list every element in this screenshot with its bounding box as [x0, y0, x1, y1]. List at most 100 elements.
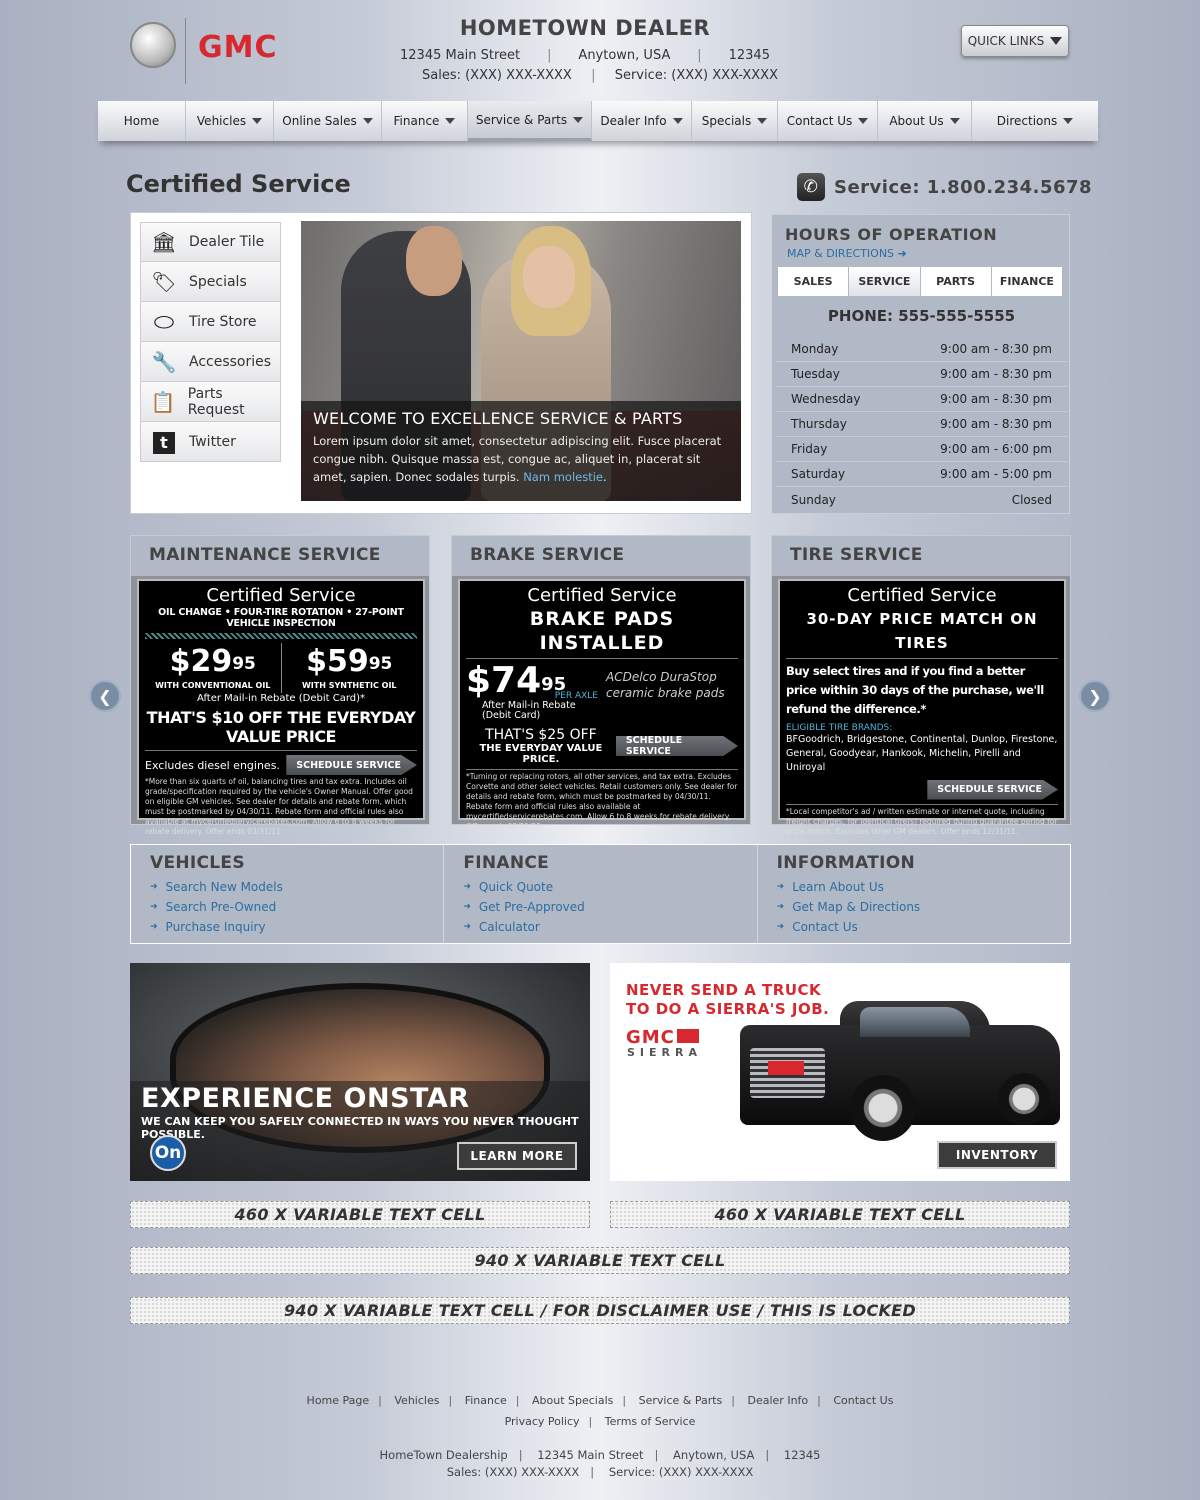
separator: | — [765, 1448, 770, 1462]
link-learn-about-us[interactable]: ➜ Learn About Us — [777, 877, 1051, 897]
zip: 12345 — [728, 48, 770, 63]
nav-item-contact-us[interactable]: Contact Us — [778, 101, 878, 141]
disclaimer-text-cell: 940 X VARIABLE TEXT CELL / FOR DISCLAIME… — [130, 1297, 1070, 1324]
nav-item-label: Dealer Info — [600, 114, 667, 128]
nav-item-dealer-info[interactable]: Dealer Info — [592, 101, 692, 141]
arrow-right-icon: ➜ — [463, 882, 471, 892]
onstar-headline: EXPERIENCE ONSTAR — [141, 1083, 470, 1114]
separator: | — [622, 1394, 627, 1407]
time: 9:00 am - 8:30 pm — [940, 417, 1052, 431]
side-item-specials[interactable]: 🏷 Specials — [140, 262, 281, 302]
schedule-service-button[interactable]: SCHEDULE SERVICE — [286, 755, 417, 775]
link-get-pre-approved[interactable]: ➜ Get Pre-Approved — [463, 897, 737, 917]
price-amount: $2995 — [145, 643, 281, 681]
coupon-heading: TIRE SERVICE — [772, 536, 1070, 576]
nav-item-online-sales[interactable]: Online Sales — [274, 101, 382, 141]
link-search-pre-owned[interactable]: ➜ Search Pre-Owned — [150, 897, 424, 917]
service-phone-banner[interactable]: ✆ Service: 1.800.234.5678 — [797, 173, 1092, 201]
footer-link-dealer-info[interactable]: Dealer Info — [748, 1394, 809, 1407]
buick-logo[interactable] — [130, 22, 176, 68]
separator: | — [590, 1465, 595, 1479]
separator: | — [588, 1415, 593, 1428]
schedule-service-button[interactable]: SCHEDULE SERVICE — [615, 736, 738, 756]
footer-link-finance[interactable]: Finance — [465, 1394, 507, 1407]
nav-item-vehicles[interactable]: Vehicles — [186, 101, 274, 141]
chevron-down-icon — [445, 118, 456, 124]
link-calculator[interactable]: ➜ Calculator — [463, 917, 737, 937]
nav-item-finance[interactable]: Finance — [382, 101, 468, 141]
hero-link[interactable]: Nam molestie — [523, 470, 603, 484]
separator: | — [547, 48, 552, 63]
coupon-savings: THAT'S $10 OFF THE EVERYDAY VALUE PRICE — [145, 708, 417, 751]
footer-city: Anytown, USA — [673, 1448, 755, 1462]
nav-item-specials[interactable]: Specials — [692, 101, 778, 141]
hours-row: Tuesday 9:00 am - 8:30 pm — [776, 362, 1067, 387]
link-quick-quote[interactable]: ➜ Quick Quote — [463, 877, 737, 897]
footer-link-vehicles[interactable]: Vehicles — [394, 1394, 439, 1407]
onstar-tagline: WE CAN KEEP YOU SAFELY CONNECTED IN WAYS… — [141, 1115, 579, 1141]
hero-image[interactable]: WELCOME TO EXCELLENCE SERVICE & PARTS Lo… — [301, 221, 741, 501]
side-item-dealer-tile[interactable]: 🏛 Dealer Tile — [140, 222, 281, 262]
nav-item-label: Home — [123, 114, 160, 128]
quick-links-button[interactable]: QUICK LINKS — [961, 25, 1069, 57]
tab-service[interactable]: SERVICE — [849, 267, 921, 296]
tab-finance[interactable]: FINANCE — [992, 267, 1062, 296]
nav-item-directions[interactable]: Directions — [972, 101, 1098, 141]
gmc-logo[interactable]: GMC — [198, 30, 278, 65]
chevron-down-icon — [573, 116, 584, 123]
text-cell-940: 940 X VARIABLE TEXT CELL — [130, 1247, 1070, 1274]
footer-address-row: Sales: (XXX) XXX-XXXX | Service: (XXX) XX… — [100, 1464, 1100, 1481]
arrow-right-icon: ➜ — [463, 922, 471, 932]
arrow-right-icon: ➜ — [897, 247, 907, 260]
link-label: Calculator — [478, 920, 540, 934]
link-label: Get Map & Directions — [792, 900, 921, 914]
link-purchase-inquiry[interactable]: ➜ Purchase Inquiry — [150, 917, 424, 937]
footer-link-home[interactable]: Home Page — [307, 1394, 370, 1407]
gmc-block — [676, 1029, 699, 1043]
carousel-next-button[interactable]: ❯ — [1079, 680, 1111, 712]
side-item-accessories[interactable]: 🔧 Accessories — [140, 342, 281, 382]
map-directions-link[interactable]: MAP & DIRECTIONS ➜ — [787, 247, 907, 260]
link-contact-us[interactable]: ➜ Contact Us — [777, 917, 1051, 937]
nav-item-about-us[interactable]: About Us — [878, 101, 972, 141]
side-item-parts-request[interactable]: 📋 Parts Request — [140, 382, 281, 422]
schedule-service-button[interactable]: SCHEDULE SERVICE — [927, 779, 1058, 800]
link-map-directions[interactable]: ➜ Get Map & Directions — [777, 897, 1051, 917]
separator: | — [515, 1394, 520, 1407]
footer-sales-phone: Sales: (XXX) XXX-XXXX — [446, 1465, 580, 1479]
nav-item-service-parts[interactable]: Service & Parts — [468, 101, 592, 141]
price-main: $74 — [466, 660, 542, 701]
nav-item-home[interactable]: Home — [98, 101, 186, 141]
sierra-tagline: NEVER SEND A TRUCK TO DO A SIERRA'S JOB. — [626, 981, 829, 1019]
link-search-new-models[interactable]: ➜ Search New Models — [150, 877, 424, 897]
footer-zip: 12345 — [783, 1448, 821, 1462]
savings-line: THE EVERYDAY VALUE PRICE. — [479, 743, 603, 765]
street: 12345 Main Street — [400, 48, 521, 63]
inventory-button[interactable]: INVENTORY — [937, 1141, 1057, 1169]
footer-link-contact-us[interactable]: Contact Us — [833, 1394, 893, 1407]
hours-of-operation: HOURS OF OPERATION MAP & DIRECTIONS ➜ SA… — [771, 214, 1070, 514]
learn-more-button[interactable]: LEARN MORE — [457, 1142, 577, 1170]
separator: | — [817, 1394, 821, 1407]
footer-link-about-specials[interactable]: About Specials — [532, 1394, 613, 1407]
coupon-heading: MAINTENANCE SERVICE — [131, 536, 429, 576]
nav-item-label: Vehicles — [196, 114, 247, 128]
footer-link-privacy[interactable]: Privacy Policy — [505, 1415, 580, 1428]
tab-parts[interactable]: PARTS — [921, 267, 992, 296]
footer-links-row: Privacy Policy | Terms of Service — [100, 1411, 1100, 1432]
maintenance-coupon: MAINTENANCE SERVICE Certified Service OI… — [130, 535, 430, 836]
side-item-twitter[interactable]: t Twitter — [140, 422, 281, 462]
sierra-banner[interactable]: NEVER SEND A TRUCK TO DO A SIERRA'S JOB.… — [610, 963, 1070, 1181]
arrow-right-icon: ➜ — [776, 882, 785, 892]
hero-man-head — [406, 226, 462, 296]
coupon-action-row: THAT'S $25 OFF THE EVERYDAY VALUE PRICE.… — [466, 727, 738, 765]
hero-body-text: Lorem ipsum dolor sit amet, consectetur … — [313, 434, 722, 484]
footer-link-terms[interactable]: Terms of Service — [605, 1415, 696, 1428]
carousel-prev-button[interactable]: ❮ — [89, 680, 121, 712]
footer-link-service-parts[interactable]: Service & Parts — [639, 1394, 723, 1407]
tab-sales[interactable]: SALES — [778, 267, 850, 296]
onstar-banner[interactable]: EXPERIENCE ONSTAR WE CAN KEEP YOU SAFELY… — [130, 963, 590, 1181]
separator: | — [697, 48, 702, 63]
chevron-down-icon — [672, 118, 683, 124]
side-item-tire-store[interactable]: ⬭ Tire Store — [140, 302, 281, 342]
